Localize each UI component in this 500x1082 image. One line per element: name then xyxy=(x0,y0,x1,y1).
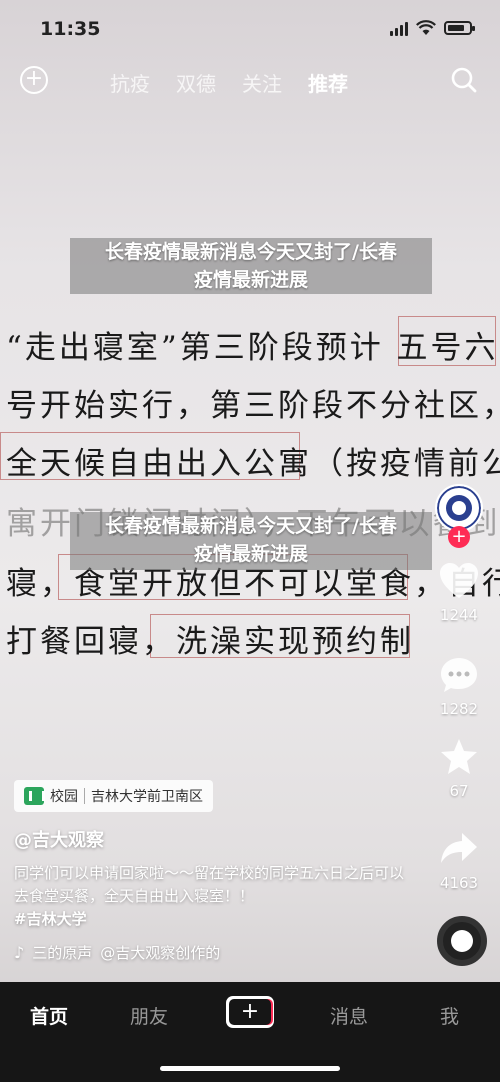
avatar[interactable] xyxy=(435,484,483,532)
favorite-button[interactable]: 67 xyxy=(424,738,494,800)
tab-friends[interactable]: 朋友 xyxy=(130,1002,168,1029)
like-button[interactable]: 1244 xyxy=(424,562,494,624)
handwriting-line: 号开始实行，第三阶段不分社区， xyxy=(6,388,500,424)
music-row[interactable]: ♪ 三的原声 @吉大观察创作的 xyxy=(14,942,220,963)
headline-line-1: 长春疫情最新消息今天又封了/长春 xyxy=(105,241,397,263)
headline-line-2: 疫情最新进展 xyxy=(193,543,308,565)
tab-following[interactable]: 关注 xyxy=(242,68,282,97)
headline-line-2: 疫情最新进展 xyxy=(193,269,308,291)
author-name[interactable]: @吉大观察 xyxy=(14,826,104,852)
location-name: 吉林大学前卫南区 xyxy=(91,789,203,805)
share-arrow-icon xyxy=(441,833,477,863)
overlay-headline: 长春疫情最新消息今天又封了/长春 疫情最新进展 xyxy=(70,238,432,294)
caption-text: 同学们可以申请回家啦～～留在学校的同学五六日之后可以去食堂买餐，全天自由出入寝室… xyxy=(14,864,405,905)
location-chip[interactable]: 校园 吉林大学前卫南区 xyxy=(14,780,213,812)
tab-kangyi[interactable]: 抗疫 xyxy=(110,68,150,97)
home-indicator[interactable] xyxy=(160,1066,340,1071)
tab-home[interactable]: 首页 xyxy=(30,1002,68,1029)
star-icon xyxy=(441,739,477,774)
like-count: 1244 xyxy=(439,606,479,624)
share-button[interactable]: 4163 xyxy=(424,830,494,892)
disc-avatar xyxy=(451,930,473,952)
hashtag[interactable]: #吉林大学 xyxy=(14,908,404,931)
share-count: 4163 xyxy=(439,874,479,892)
campus-icon xyxy=(24,787,45,805)
music-disc[interactable] xyxy=(437,916,487,966)
status-time: 11:35 xyxy=(40,18,101,40)
tab-me[interactable]: 我 xyxy=(440,1002,459,1029)
status-bar: 11:35 xyxy=(0,0,500,60)
create-plus-icon: + xyxy=(229,999,271,1025)
create-button[interactable]: + xyxy=(222,996,274,1028)
status-icons xyxy=(390,20,475,36)
heart-icon xyxy=(440,563,478,598)
tab-recommended[interactable]: 推荐 xyxy=(308,68,348,97)
plus-circle-icon[interactable]: + xyxy=(20,66,48,94)
comment-count: 1282 xyxy=(439,700,479,718)
video-screen[interactable]: 11:35 + 抗疫 双德 关注 推荐 “走出寝室”第三阶段预计 五号六 号开始… xyxy=(0,0,500,1082)
wifi-icon xyxy=(416,20,436,35)
handwriting-line: 全天候自由出入公寓（按疫情前公 xyxy=(6,446,500,482)
handwriting-line: 打餐回寝，洗澡实现预约制 xyxy=(6,624,414,660)
university-seal-icon xyxy=(437,486,481,530)
location-tag: 校园 xyxy=(50,789,78,805)
handwriting-line: “走出寝室”第三阶段预计 五号六 xyxy=(6,330,499,366)
comment-button[interactable]: 1282 xyxy=(424,656,494,718)
chip-divider xyxy=(84,788,85,804)
headline-line-1: 长春疫情最新消息今天又封了/长春 xyxy=(105,515,397,537)
top-nav: + 抗疫 双德 关注 推荐 xyxy=(0,60,500,104)
search-icon[interactable] xyxy=(450,66,478,94)
music-author: @吉大观察创作的 xyxy=(100,944,221,962)
tab-messages[interactable]: 消息 xyxy=(330,1002,368,1029)
overlay-headline-bottom: 长春疫情最新消息今天又封了/长春 疫情最新进展 xyxy=(70,512,432,570)
favorite-count: 67 xyxy=(449,782,469,800)
feed-tabs: 抗疫 双德 关注 推荐 xyxy=(110,68,348,97)
caption: 同学们可以申请回家啦～～留在学校的同学五六日之后可以去食堂买餐，全天自由出入寝室… xyxy=(14,862,404,931)
music-title: 三的原声 xyxy=(32,944,93,962)
tab-shuangde[interactable]: 双德 xyxy=(176,68,216,97)
music-note-icon: ♪ xyxy=(14,943,25,962)
comment-icon xyxy=(441,658,477,692)
follow-button[interactable]: + xyxy=(448,526,470,548)
battery-icon xyxy=(444,21,475,35)
signal-icon xyxy=(390,20,408,36)
